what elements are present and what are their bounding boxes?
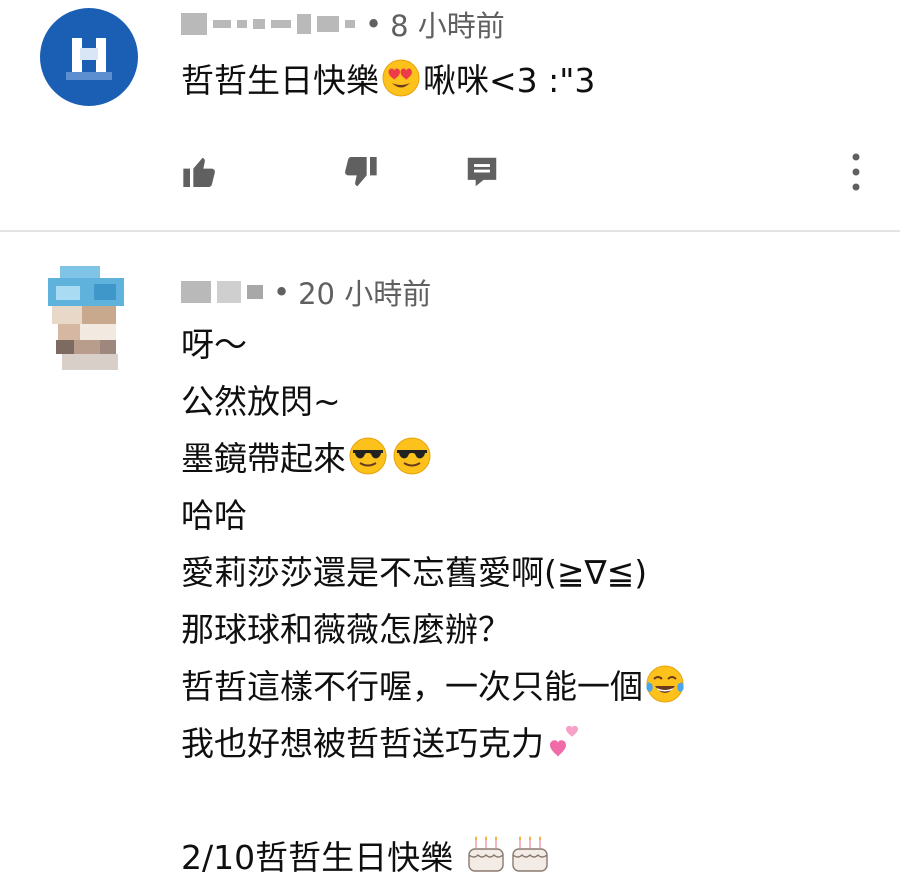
- like-button[interactable]: [178, 150, 222, 194]
- comment-item: • 8 小時前 哲哲生日快樂 啾咪<3 :"3: [0, 0, 900, 230]
- comment-text: 哲哲生日快樂: [181, 61, 379, 100]
- author-name-blurred[interactable]: [181, 281, 263, 303]
- comment-meta: • 20 小時前: [181, 270, 431, 314]
- comment-line: 那球球和薇薇怎麼辦？: [181, 610, 511, 649]
- comment-line: 我也好想被哲哲送巧克力: [181, 715, 687, 772]
- comment-text-suffix: 啾咪<3 :"3: [423, 61, 596, 100]
- comment-line: 墨鏡帶起來: [181, 430, 687, 487]
- birthday-cake-icon: [467, 836, 504, 872]
- comment-body: 呀～ 公然放閃~ 墨鏡帶起來哈哈愛莉莎莎還是不忘舊愛啊(≧∇≦) 那球球和薇薇怎麼辦？…: [181, 316, 687, 886]
- dislike-button[interactable]: [338, 150, 382, 194]
- sunglasses-face-icon: [349, 437, 387, 475]
- comment-line: 哲哲這樣不行喔，一次只能一個: [181, 658, 687, 715]
- comment-timestamp[interactable]: 20 小時前: [298, 271, 431, 313]
- avatar[interactable]: [48, 266, 124, 370]
- comment-timestamp[interactable]: 8 小時前: [390, 3, 505, 45]
- tears-of-joy-face-icon: [646, 665, 684, 703]
- heart-eyes-face-icon: [382, 59, 420, 97]
- birthday-cake-icon: [511, 836, 548, 872]
- comment-action-bar: [0, 150, 900, 194]
- avatar-pixel: [80, 48, 98, 60]
- meta-separator: •: [365, 7, 383, 41]
- sunglasses-face-icon: [393, 437, 431, 475]
- avatar-pixel: [66, 72, 112, 80]
- comment-line: 愛莉莎莎還是不忘舊愛啊(≧∇≦): [181, 553, 648, 592]
- comment-line: 哈哈: [181, 496, 247, 535]
- more-vertical-icon: [852, 153, 860, 191]
- comment-line: 呀～: [181, 325, 247, 364]
- meta-separator: •: [273, 275, 291, 309]
- author-name-blurred[interactable]: [181, 13, 355, 35]
- comment-line: ​: [181, 772, 687, 829]
- reply-comment-icon: [467, 157, 497, 187]
- comment-line: 2/10哲哲生日快樂: [181, 829, 687, 886]
- comment-meta: • 8 小時前: [181, 2, 505, 46]
- comment-body: 哲哲生日快樂 啾咪<3 :"3: [181, 52, 595, 109]
- thumbs-up-icon: [183, 157, 215, 187]
- avatar[interactable]: [40, 8, 138, 106]
- two-hearts-icon: [550, 725, 578, 757]
- comment-divider: [0, 230, 900, 232]
- reply-button[interactable]: [460, 150, 504, 194]
- more-options-button[interactable]: [834, 150, 878, 194]
- thumbs-down-icon: [345, 157, 377, 187]
- comment-line: 公然放閃~: [181, 382, 341, 421]
